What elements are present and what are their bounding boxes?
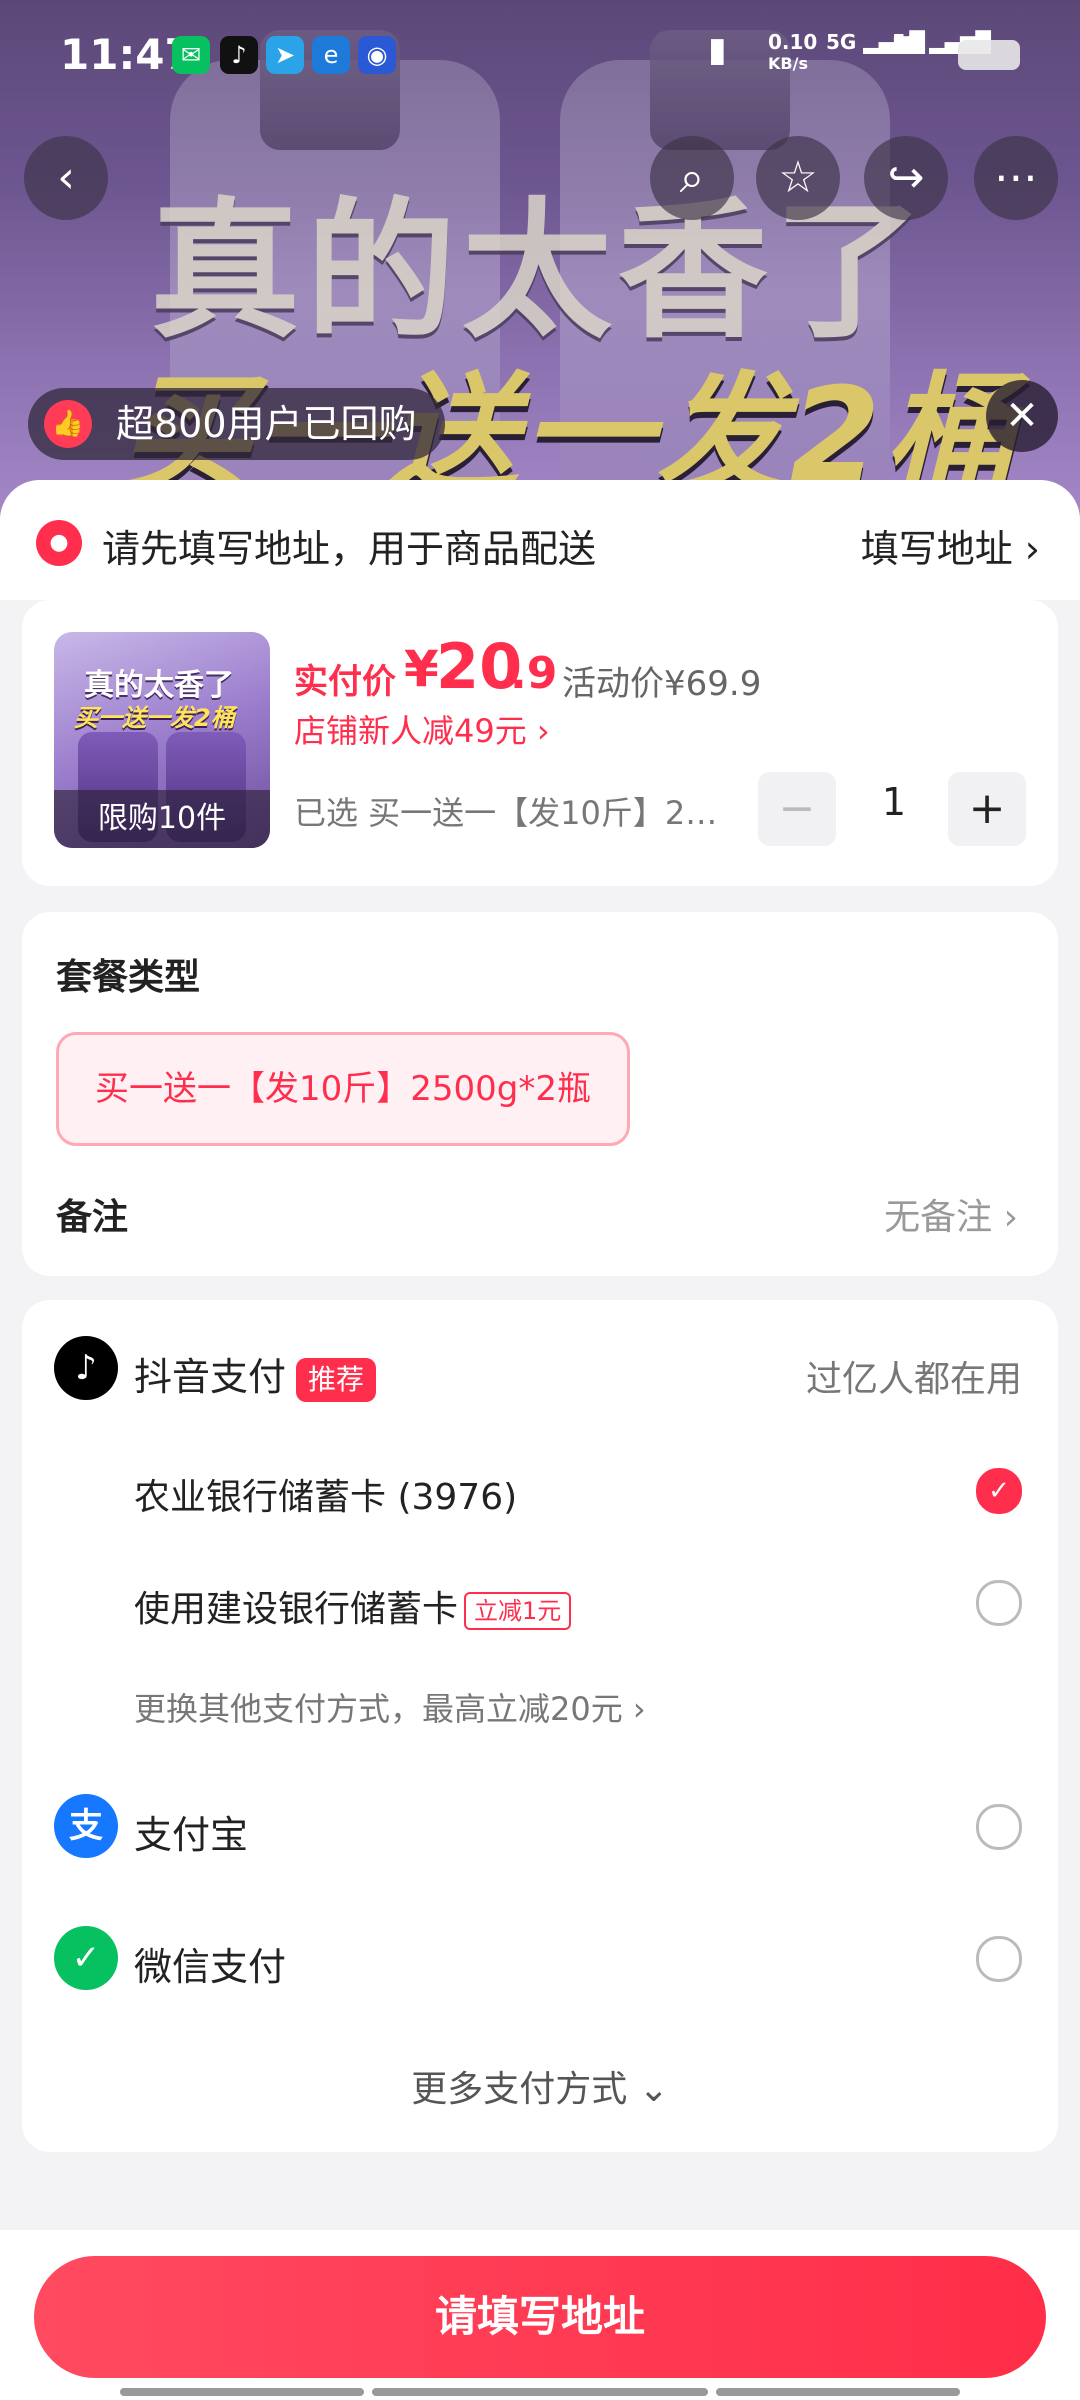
sim2-label: 5G <box>892 30 923 54</box>
alipay-label: 支付宝 <box>134 1813 249 1857</box>
plus-icon: + <box>968 783 1006 834</box>
wechat-app-icon: ✉ <box>172 36 210 74</box>
search-button[interactable]: ⌕ <box>650 136 734 220</box>
thumbnail-subline: 买一送一发2桶 <box>74 704 235 732</box>
telegram-app-icon: ➤ <box>266 36 304 74</box>
recommend-badge: 推荐 <box>296 1357 377 1402</box>
package-card: 套餐类型 买一送一【发10斤】2500g*2瓶 备注 无备注 › <box>22 912 1058 1276</box>
sim1-label: 5G <box>826 30 857 54</box>
wechat-radio[interactable] <box>976 1936 1022 1982</box>
payment-option-wechat[interactable]: ✓ 微信支付 <box>22 1918 1058 1998</box>
remark-value[interactable]: 无备注 › <box>884 1188 1018 1240</box>
alipay-icon: 支 <box>54 1794 118 1858</box>
payment-option-card2[interactable]: 使用建设银行储蓄卡 立减1元 <box>22 1562 1058 1642</box>
close-icon: ✕ <box>1005 393 1039 439</box>
douyin-pay-label: 抖音支付 <box>134 1355 287 1399</box>
price-label: 实付价 <box>294 662 396 702</box>
product-thumbnail[interactable]: 真的太香了 买一送一发2桶 限购10件 <box>54 632 270 848</box>
rebuy-text: 超800用户已回购 <box>116 402 417 446</box>
address-row[interactable]: ● 请先填写地址，用于商品配送 填写地址 › <box>0 480 1080 600</box>
fill-address-label: 填写地址 <box>860 527 1013 571</box>
net-speed-unit: KB/s <box>768 54 808 73</box>
share-button[interactable]: ↪ <box>864 136 948 220</box>
card1-label: 农业银行储蓄卡 (3976) <box>134 1477 518 1518</box>
quantity-value[interactable]: 1 <box>864 780 924 824</box>
vibrate-icon: ▮ <box>708 30 727 70</box>
quantity-increase-button[interactable]: + <box>948 772 1026 846</box>
share-icon: ↪ <box>887 152 925 203</box>
price-currency: ¥ <box>404 640 439 698</box>
bottom-bar: 请填写地址 <box>0 2230 1080 2400</box>
activity-price: 活动价¥69.9 <box>562 664 762 704</box>
submit-address-button[interactable]: 请填写地址 <box>34 2256 1046 2378</box>
gesture-bar <box>120 2388 364 2396</box>
more-payment-methods[interactable]: 更多支付方式 ⌄ <box>22 2060 1058 2112</box>
net-speed-value: 0.10 <box>768 30 818 54</box>
price-decimal: .9 <box>510 648 558 699</box>
minus-icon: − <box>778 783 816 834</box>
card2-discount-tag: 立减1元 <box>464 1592 572 1630</box>
gesture-bar <box>716 2388 960 2396</box>
more-dots-icon: ⋯ <box>994 152 1038 203</box>
payment-option-card1[interactable]: 农业银行储蓄卡 (3976) ✓ <box>22 1450 1058 1530</box>
purchase-limit: 限购10件 <box>54 790 270 848</box>
new-customer-discount[interactable]: 店铺新人减49元 › <box>294 706 550 752</box>
thumbs-up-icon: 👍 <box>44 400 92 448</box>
chevron-left-icon: ‹ <box>57 152 75 203</box>
douyin-pay-note: 过亿人都在用 <box>805 1359 1022 1400</box>
douyin-pay-name: 抖音支付 推荐 <box>134 1346 377 1402</box>
card2-name: 使用建设银行储蓄卡 <box>134 1589 459 1630</box>
payment-card: ♪ 抖音支付 推荐 过亿人都在用 农业银行储蓄卡 (3976) ✓ 使用建设银行储… <box>22 1300 1058 2152</box>
package-option[interactable]: 买一送一【发10斤】2500g*2瓶 <box>56 1032 631 1146</box>
gesture-bar <box>372 2388 708 2396</box>
chevron-right-icon: › <box>1024 527 1040 571</box>
baidu-app-icon: ◉ <box>358 36 396 74</box>
battery-icon <box>958 40 1020 70</box>
card2-label: 使用建设银行储蓄卡 立减1元 <box>134 1580 572 1632</box>
check-icon: ✓ <box>988 1476 1010 1506</box>
change-payment-link[interactable]: 更换其他支付方式，最高立减20元 › <box>134 1684 646 1730</box>
package-type-title: 套餐类型 <box>56 957 201 998</box>
selected-sku: 已选 买一送一【发10斤】2500g*2瓶 <box>294 794 734 832</box>
card1-radio[interactable]: ✓ <box>976 1468 1022 1514</box>
douyin-pay-icon: ♪ <box>54 1336 118 1400</box>
alipay-radio[interactable] <box>976 1804 1022 1850</box>
star-icon: ☆ <box>778 152 818 203</box>
address-prompt: 请先填写地址，用于商品配送 <box>102 527 597 571</box>
fill-address-link[interactable]: 填写地址 › <box>861 518 1040 573</box>
product-card: 真的太香了 买一送一发2桶 限购10件 实付价 ¥ 20 .9 活动价¥69.9… <box>22 600 1058 886</box>
quantity-decrease-button[interactable]: − <box>758 772 836 846</box>
music-app-icon: ♪ <box>220 36 258 74</box>
wechat-pay-icon: ✓ <box>54 1926 118 1990</box>
search-icon: ⌕ <box>679 152 705 203</box>
payment-douyin-row: ♪ 抖音支付 推荐 过亿人都在用 <box>22 1328 1058 1408</box>
telecom-app-icon: e <box>312 36 350 74</box>
card2-radio[interactable] <box>976 1580 1022 1626</box>
rebuy-badge: 👍 超800用户已回购 <box>28 388 445 460</box>
back-button[interactable]: ‹ <box>24 136 108 220</box>
location-pin-icon: ● <box>36 520 82 566</box>
checkout-sheet: ● 请先填写地址，用于商品配送 填写地址 › 真的太香了 买一送一发2桶 限购1… <box>0 480 1080 2400</box>
status-bar: 11:47 ✉ ♪ ➤ e ◉ ▮ 0.10 KB/s 5G ▂▄▆█ 5G ▂… <box>0 0 1080 110</box>
close-button[interactable]: ✕ <box>986 380 1058 452</box>
wechat-pay-label: 微信支付 <box>134 1945 287 1989</box>
payment-option-alipay[interactable]: 支 支付宝 <box>22 1786 1058 1866</box>
net-speed: 0.10 KB/s <box>768 30 817 73</box>
favorite-button[interactable]: ☆ <box>756 136 840 220</box>
remark-label: 备注 <box>56 1197 129 1238</box>
more-button[interactable]: ⋯ <box>974 136 1058 220</box>
